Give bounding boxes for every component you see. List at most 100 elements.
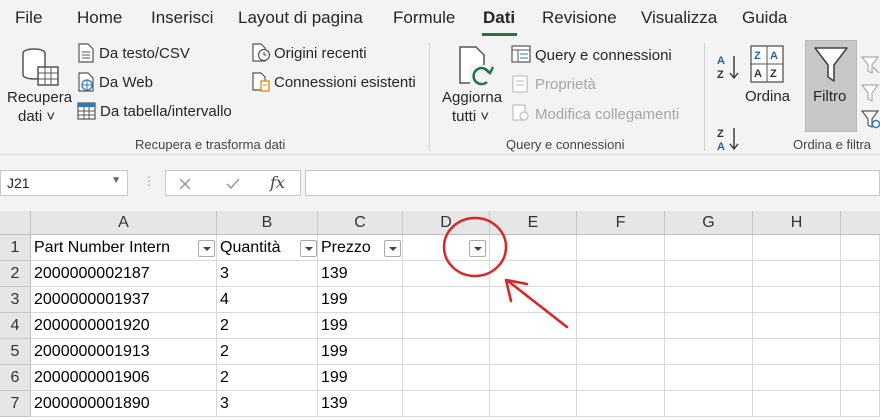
cell-f6[interactable] xyxy=(577,365,665,391)
column-header-e[interactable]: E xyxy=(490,211,577,235)
column-header-b[interactable]: B xyxy=(217,211,318,235)
cell-c5[interactable]: 199 xyxy=(318,339,403,365)
cell-i6[interactable] xyxy=(841,365,880,391)
cell-d3[interactable] xyxy=(403,287,490,313)
select-all-corner[interactable] xyxy=(0,211,31,235)
cell-e3[interactable] xyxy=(490,287,577,313)
name-box[interactable]: J21 ▼ xyxy=(0,170,128,196)
cell-d7[interactable] xyxy=(403,391,490,417)
tab-guida[interactable]: Guida xyxy=(742,8,787,28)
cell-g6[interactable] xyxy=(665,365,753,391)
cell-d5[interactable] xyxy=(403,339,490,365)
row-header[interactable]: 5 xyxy=(0,339,31,365)
proprieta-label: Proprietà xyxy=(535,76,596,93)
cell-a4[interactable]: 2000000001920 xyxy=(31,313,217,339)
cell-e6[interactable] xyxy=(490,365,577,391)
cell-f7[interactable] xyxy=(577,391,665,417)
cell-c2[interactable]: 139 xyxy=(318,261,403,287)
insert-function-icon[interactable]: fx xyxy=(270,173,285,192)
cell-b7[interactable]: 3 xyxy=(217,391,318,417)
tab-layout-di-pagina[interactable]: Layout di pagina xyxy=(238,8,363,28)
cell-g7[interactable] xyxy=(665,391,753,417)
cell-a2[interactable]: 2000000002187 xyxy=(31,261,217,287)
tab-dati[interactable]: Dati xyxy=(483,8,515,28)
cell-i3[interactable] xyxy=(841,287,880,313)
cell-f4[interactable] xyxy=(577,313,665,339)
cell-g3[interactable] xyxy=(665,287,753,313)
cell-b4[interactable]: 2 xyxy=(217,313,318,339)
cell-c3[interactable]: 199 xyxy=(318,287,403,313)
drag-handle-icon[interactable]: ⋮ xyxy=(143,174,155,188)
cell-i2[interactable] xyxy=(841,261,880,287)
column-header-h[interactable]: H xyxy=(753,211,841,235)
cell-b3[interactable]: 4 xyxy=(217,287,318,313)
filtro-button[interactable]: Filtro xyxy=(805,40,857,132)
row-header[interactable]: 2 xyxy=(0,261,31,287)
column-header-g[interactable]: G xyxy=(665,211,753,235)
cell-a6[interactable]: 2000000001906 xyxy=(31,365,217,391)
cell-h6[interactable] xyxy=(753,365,841,391)
row-header[interactable]: 7 xyxy=(0,391,31,417)
cell-h1[interactable] xyxy=(753,235,841,261)
cell-g1[interactable] xyxy=(665,235,753,261)
cell-f1[interactable] xyxy=(577,235,665,261)
row-header[interactable]: 3 xyxy=(0,287,31,313)
header-cell-a[interactable]: Part Number Intern xyxy=(31,235,217,261)
cell-f2[interactable] xyxy=(577,261,665,287)
row-header[interactable]: 1 xyxy=(0,235,31,261)
column-header-f[interactable]: F xyxy=(577,211,665,235)
cell-c6[interactable]: 199 xyxy=(318,365,403,391)
column-header-a[interactable]: A xyxy=(31,211,217,235)
tab-formule[interactable]: Formule xyxy=(393,8,455,28)
tab-file[interactable]: File xyxy=(15,8,42,28)
cell-h3[interactable] xyxy=(753,287,841,313)
cancel-icon[interactable] xyxy=(178,177,192,191)
cell-i7[interactable] xyxy=(841,391,880,417)
cell-a5[interactable]: 2000000001913 xyxy=(31,339,217,365)
cell-g5[interactable] xyxy=(665,339,753,365)
cell-d2[interactable] xyxy=(403,261,490,287)
cell-i1[interactable] xyxy=(841,235,880,261)
cell-a7[interactable]: 2000000001890 xyxy=(31,391,217,417)
cell-b2[interactable]: 3 xyxy=(217,261,318,287)
filter-dropdown-d-icon[interactable] xyxy=(469,240,486,257)
cell-g4[interactable] xyxy=(665,313,753,339)
cell-d4[interactable] xyxy=(403,313,490,339)
enter-icon[interactable] xyxy=(225,177,241,191)
cell-e1[interactable] xyxy=(490,235,577,261)
row-header[interactable]: 6 xyxy=(0,365,31,391)
tab-home[interactable]: Home xyxy=(77,8,122,28)
cell-a3[interactable]: 2000000001937 xyxy=(31,287,217,313)
sort-descending-icon: Z A xyxy=(717,128,739,152)
column-header-c[interactable]: C xyxy=(318,211,403,235)
chevron-down-icon[interactable]: ▼ xyxy=(111,175,121,186)
filter-dropdown-b-icon[interactable] xyxy=(300,240,317,257)
filter-dropdown-a-icon[interactable] xyxy=(198,240,215,257)
cell-e7[interactable] xyxy=(490,391,577,417)
cell-c7[interactable]: 139 xyxy=(318,391,403,417)
cell-h4[interactable] xyxy=(753,313,841,339)
filter-dropdown-c-icon[interactable] xyxy=(384,240,401,257)
cell-b6[interactable]: 2 xyxy=(217,365,318,391)
cell-i5[interactable] xyxy=(841,339,880,365)
cell-g2[interactable] xyxy=(665,261,753,287)
cell-f3[interactable] xyxy=(577,287,665,313)
cell-c4[interactable]: 199 xyxy=(318,313,403,339)
tab-visualizza[interactable]: Visualizza xyxy=(641,8,717,28)
tab-inserisci[interactable]: Inserisci xyxy=(151,8,213,28)
cell-h2[interactable] xyxy=(753,261,841,287)
row-header[interactable]: 4 xyxy=(0,313,31,339)
cell-e5[interactable] xyxy=(490,339,577,365)
column-header-d[interactable]: D xyxy=(403,211,490,235)
column-header-next[interactable] xyxy=(841,211,880,235)
cell-i4[interactable] xyxy=(841,313,880,339)
cell-d6[interactable] xyxy=(403,365,490,391)
cell-e2[interactable] xyxy=(490,261,577,287)
cell-e4[interactable] xyxy=(490,313,577,339)
cell-h7[interactable] xyxy=(753,391,841,417)
cell-f5[interactable] xyxy=(577,339,665,365)
cell-b5[interactable]: 2 xyxy=(217,339,318,365)
tab-revisione[interactable]: Revisione xyxy=(542,8,617,28)
cell-h5[interactable] xyxy=(753,339,841,365)
formula-input[interactable] xyxy=(305,170,880,196)
